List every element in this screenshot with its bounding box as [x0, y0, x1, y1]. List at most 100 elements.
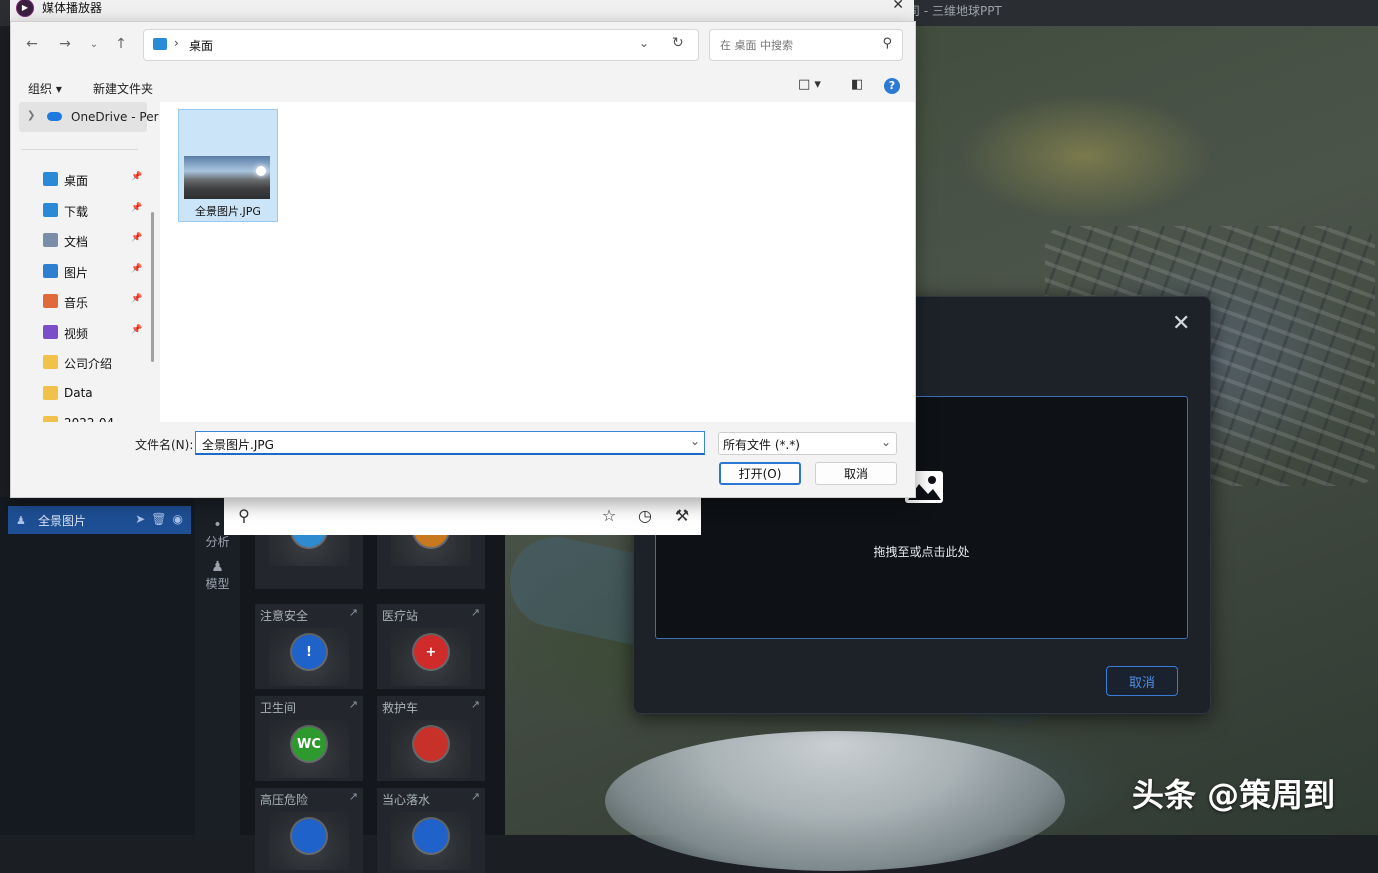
file-list: 全景图片.JPG: [160, 102, 915, 422]
nav-item-label: 视频: [64, 326, 89, 341]
desktop-icon: [43, 172, 58, 186]
share-icon[interactable]: ↗: [471, 698, 480, 711]
poi-card-label: 医疗站: [382, 609, 419, 623]
forward-arrow-icon[interactable]: →: [56, 36, 74, 52]
nav-divider: [21, 149, 138, 150]
pin-icon[interactable]: 📌: [131, 172, 142, 182]
user-icon: ♟: [16, 513, 26, 527]
poi-card[interactable]: 救护车 ↗: [377, 696, 485, 781]
search-icon[interactable]: ⚲: [882, 36, 892, 51]
watermark-text: 头条 @策周到: [1132, 776, 1336, 814]
chevron-right-icon[interactable]: ❯: [27, 110, 35, 121]
layer-item-panorama[interactable]: ♟ 全景图片 ➤ 🗑 ◉: [8, 506, 191, 534]
recent-chevron-icon[interactable]: ⌄: [85, 39, 103, 50]
app-title: 司 - 三维地球PPT: [908, 4, 1002, 18]
chevron-down-icon[interactable]: ⌄: [690, 434, 700, 448]
share-icon[interactable]: ↗: [349, 698, 358, 711]
thumbnail-sun: [256, 166, 266, 176]
panorama-thumbnail: [184, 156, 270, 199]
back-arrow-icon[interactable]: ←: [23, 36, 41, 52]
breadcrumb-desktop[interactable]: 桌面: [189, 37, 213, 54]
dialog-footer: 文件名(N): ⌄ 所有文件 (*.*) ⌄ 打开(O) 取消: [11, 422, 915, 497]
nav-item-1[interactable]: 下载 📌: [43, 200, 153, 222]
pin-icon[interactable]: 📌: [131, 233, 142, 243]
poi-card-label: 卫生间: [260, 701, 297, 715]
address-bar[interactable]: › 桌面 ⌄ ↻: [143, 29, 699, 61]
nav-item-7[interactable]: Data: [43, 383, 153, 405]
nav-item-8[interactable]: 2022-04: [43, 413, 153, 422]
new-folder-button[interactable]: 新建文件夹: [93, 80, 153, 97]
tools-icon[interactable]: ⚒: [672, 506, 692, 526]
file-type-select[interactable]: 所有文件 (*.*) ⌄: [718, 432, 897, 455]
nav-item-2[interactable]: 文档 📌: [43, 230, 153, 252]
nav-item-label: 公司介绍: [64, 357, 113, 371]
nav-item-label: Data: [64, 385, 93, 400]
rail-label-analysis: 分析: [205, 535, 230, 549]
refresh-icon[interactable]: ↻: [672, 35, 684, 51]
close-icon[interactable]: ✕: [1172, 311, 1190, 336]
search-toolbar: ⚲ ☆ ◷ ⚒: [224, 497, 701, 535]
pin-icon[interactable]: 📌: [131, 325, 142, 335]
search-input[interactable]: [718, 36, 872, 54]
rail-item-model[interactable]: ♟ 模型: [195, 559, 240, 592]
nav-item-onedrive[interactable]: ❯ OneDrive - Per: [19, 102, 159, 132]
layer-item-label: 全景图片: [38, 513, 87, 528]
view-toggle-icon[interactable]: □ ▾: [798, 77, 821, 92]
nav-item-5[interactable]: 视频 📌: [43, 322, 153, 344]
chevron-down-icon[interactable]: ⌄: [881, 435, 891, 449]
ambulance-icon: [414, 727, 448, 761]
filename-input[interactable]: [200, 435, 674, 453]
history-icon[interactable]: ◷: [635, 506, 655, 526]
poi-card[interactable]: 高压危险 ↗: [255, 788, 363, 873]
cancel-button[interactable]: 取消: [815, 462, 897, 485]
search-location-icon[interactable]: ⚲: [234, 506, 254, 526]
poi-card[interactable]: 注意安全 ↗!: [255, 604, 363, 689]
search-box[interactable]: ⚲: [709, 29, 903, 61]
eye-icon[interactable]: ◉: [173, 512, 183, 526]
share-icon[interactable]: ↗: [349, 790, 358, 803]
folder-icon: [43, 355, 58, 369]
preview-pane-icon[interactable]: ◧: [851, 77, 863, 92]
send-icon[interactable]: ➤: [135, 512, 145, 526]
nav-item-0[interactable]: 桌面 📌: [43, 169, 153, 191]
filename-field[interactable]: ⌄: [195, 431, 705, 455]
music-icon: [43, 294, 58, 308]
up-arrow-icon[interactable]: ↑: [112, 36, 130, 52]
nav-scrollbar[interactable]: [151, 212, 154, 362]
file-name: 全景图片.JPG: [195, 205, 261, 218]
delete-icon[interactable]: 🗑: [151, 512, 166, 526]
file-item[interactable]: 全景图片.JPG: [178, 109, 278, 222]
nav-item-6[interactable]: 公司介绍: [43, 352, 153, 374]
nav-item-4[interactable]: 音乐 📌: [43, 291, 153, 313]
warning-icon: !: [292, 635, 326, 669]
open-button[interactable]: 打开(O): [719, 462, 801, 485]
poi-card-label: 注意安全: [260, 609, 309, 623]
pin-icon[interactable]: 📌: [131, 294, 142, 304]
pin-icon[interactable]: 📌: [131, 264, 142, 274]
poi-card[interactable]: 当心落水 ↗: [377, 788, 485, 873]
share-icon[interactable]: ↗: [349, 606, 358, 619]
star-icon[interactable]: ☆: [599, 506, 619, 526]
poi-card[interactable]: 卫生间 ↗ WC: [255, 696, 363, 781]
close-icon[interactable]: ✕: [892, 0, 904, 13]
nav-onedrive-label: OneDrive - Per: [71, 110, 159, 124]
navigation-pane: ❯ OneDrive - Per 桌面 📌 下载 📌 文档 📌 图片 📌 音乐 📌 视频 📌 公司介绍 D…: [11, 102, 159, 422]
poi-card-label: 高压危险: [260, 793, 309, 807]
file-open-dialog: ← → ⌄ ↑ › 桌面 ⌄ ↻ ⚲ 组织 ▾ 新建文件夹 □ ▾ ◧ ? ❯ …: [10, 21, 916, 498]
organize-menu[interactable]: 组织 ▾: [28, 80, 62, 97]
chevron-down-icon[interactable]: ⌄: [639, 36, 649, 50]
media-player-logo-icon: ▶: [16, 0, 34, 17]
help-icon[interactable]: ?: [884, 78, 900, 94]
nav-item-label: 下载: [64, 204, 89, 219]
pin-icon[interactable]: 📌: [131, 203, 142, 213]
poi-card[interactable]: 医疗站 ↗ +: [377, 604, 485, 689]
nav-item-label: 文档: [64, 235, 89, 249]
share-icon[interactable]: ↗: [471, 790, 480, 803]
cloud-icon: [47, 112, 62, 121]
pictures-icon: [43, 263, 58, 278]
nav-item-3[interactable]: 图片 📌: [43, 261, 153, 283]
share-icon[interactable]: ↗: [471, 606, 480, 619]
nav-item-label: 音乐: [64, 296, 89, 310]
upload-cancel-button[interactable]: 取消: [1106, 666, 1178, 696]
layer-panel: [0, 497, 195, 835]
